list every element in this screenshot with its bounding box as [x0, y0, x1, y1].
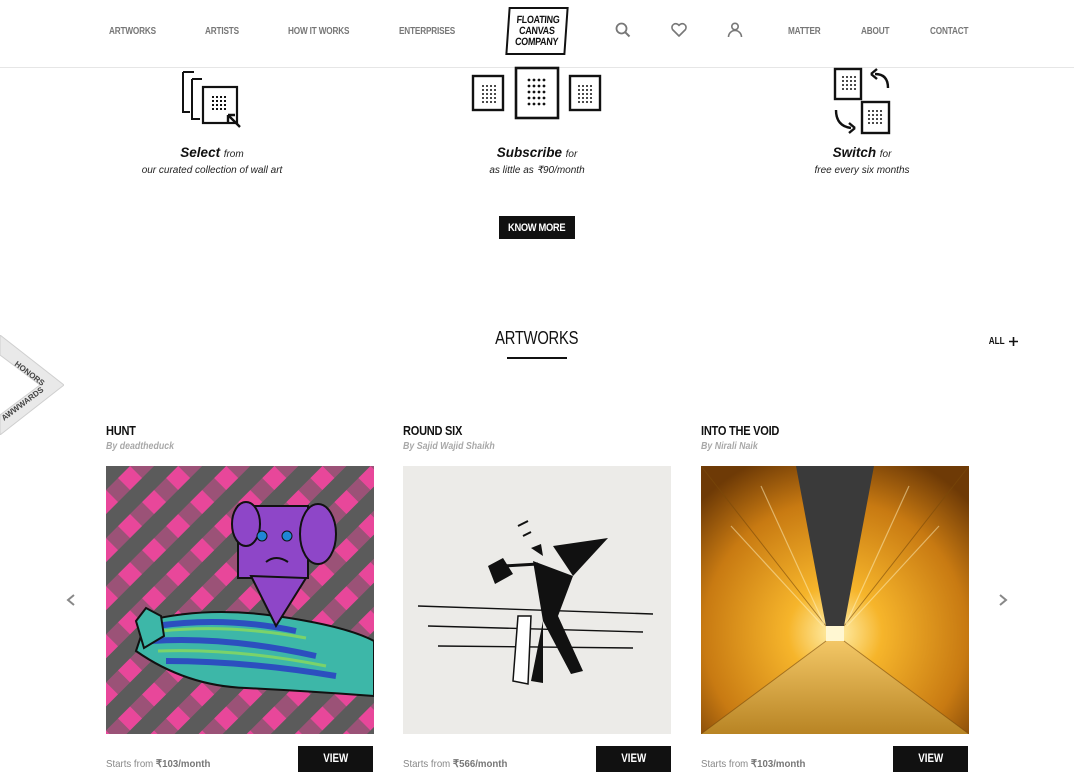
artworks-title-text: ARTWORKS	[495, 328, 579, 348]
step-subscribe-heading: Subscribe for	[387, 145, 687, 160]
nav-matter[interactable]: MATTER	[788, 26, 821, 37]
nav-artworks[interactable]: ARTWORKS	[109, 26, 156, 37]
artwork-price-into-the-void: Starts from ₹103/month	[701, 758, 805, 770]
site-header: ARTWORKS ARTISTS HOW IT WORKS ENTERPRISE…	[0, 0, 1074, 68]
artwork-price-round-six: Starts from ₹566/month	[403, 758, 507, 770]
subscribe-frames-icon	[471, 66, 602, 120]
step-switch-title: Switch	[832, 145, 877, 160]
artwork-image-hunt[interactable]	[106, 466, 374, 734]
artwork-artist-into-the-void[interactable]: By Nirali Naik	[701, 441, 758, 452]
all-label: ALL	[988, 336, 1005, 347]
price-value: ₹103/month	[750, 758, 806, 770]
view-button-round-six[interactable]: VIEW	[596, 746, 671, 772]
artwork-title-hunt[interactable]: HUNT	[106, 423, 136, 438]
nav-artists[interactable]: ARTISTS	[205, 26, 239, 37]
view-label: VIEW	[621, 753, 646, 765]
artwork-price-hunt: Starts from ₹103/month	[106, 758, 210, 770]
price-value: ₹566/month	[452, 758, 508, 770]
site-logo[interactable]: FLOATING CANVAS COMPANY	[505, 7, 569, 55]
step-select-subtitle: our curated collection of wall art	[141, 165, 283, 176]
plus-icon	[1009, 337, 1019, 346]
by-prefix: By	[701, 441, 713, 452]
price-value: ₹103/month	[155, 758, 211, 770]
nav-enterprises[interactable]: ENTERPRISES	[399, 26, 455, 37]
search-icon[interactable]	[614, 21, 632, 39]
artist-name: Sajid Wajid Shaikh	[416, 441, 495, 452]
step-switch-subtitle: free every six months	[814, 165, 910, 176]
step-switch-heading: Switch for	[712, 145, 1012, 160]
artwork-title-round-six[interactable]: ROUND SIX	[403, 423, 462, 438]
artwork-image-into-the-void[interactable]	[701, 466, 969, 734]
by-prefix: By	[403, 441, 415, 452]
switch-frames-icon	[833, 67, 891, 135]
awwwards-honors-ribbon[interactable]: HONORS AWWWARDS	[0, 335, 64, 435]
logo-line-3: COMPANY	[514, 35, 559, 48]
nav-how-it-works[interactable]: HOW IT WORKS	[288, 26, 350, 37]
step-subscribe-title: Subscribe	[496, 145, 562, 160]
artwork-artist-round-six[interactable]: By Sajid Wajid Shaikh	[403, 441, 495, 452]
artist-name: deadtheduck	[119, 441, 174, 452]
nav-about[interactable]: ABOUT	[861, 26, 890, 37]
nav-contact[interactable]: CONTACT	[930, 26, 968, 37]
know-more-label: KNOW MORE	[508, 221, 566, 234]
artworks-section-title: ARTWORKS	[437, 328, 637, 349]
all-artworks-link[interactable]: ALL	[987, 336, 1019, 347]
heart-icon[interactable]	[670, 21, 688, 39]
artist-name: Nirali Naik	[714, 441, 758, 452]
step-select-heading: Select from	[62, 145, 362, 160]
step-switch-connector: for	[879, 149, 892, 160]
step-select-connector: from	[223, 149, 244, 160]
price-prefix: Starts from	[701, 758, 749, 770]
price-prefix: Starts from	[106, 758, 154, 770]
know-more-button[interactable]: KNOW MORE	[499, 216, 575, 239]
carousel-prev-icon[interactable]	[64, 591, 80, 609]
view-button-hunt[interactable]: VIEW	[298, 746, 373, 772]
step-subscribe-connector: for	[565, 149, 578, 160]
user-icon[interactable]	[726, 21, 744, 39]
view-label: VIEW	[323, 753, 348, 765]
step-select-title: Select	[180, 145, 221, 160]
view-label: VIEW	[918, 753, 943, 765]
select-frames-icon	[182, 71, 241, 128]
step-subscribe-subtitle: as little as ₹90/month	[489, 165, 585, 176]
by-prefix: By	[106, 441, 118, 452]
price-prefix: Starts from	[403, 758, 451, 770]
view-button-into-the-void[interactable]: VIEW	[893, 746, 968, 772]
carousel-next-icon[interactable]	[994, 591, 1010, 609]
artwork-artist-hunt[interactable]: By deadtheduck	[106, 441, 174, 452]
section-title-underline	[507, 357, 567, 359]
artwork-title-into-the-void[interactable]: INTO THE VOID	[701, 423, 779, 438]
artwork-image-round-six[interactable]	[403, 466, 671, 734]
